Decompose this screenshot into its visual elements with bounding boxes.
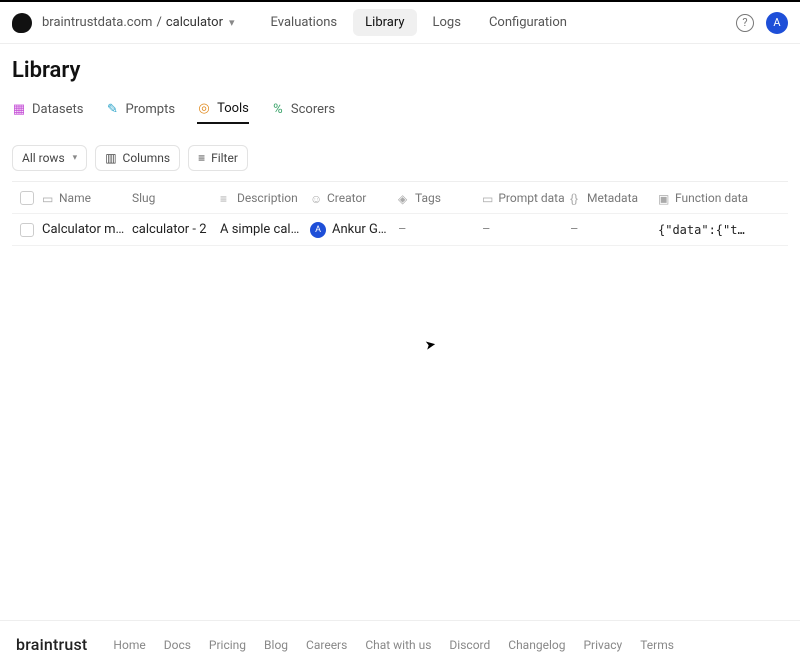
breadcrumb[interactable]: braintrustdata.com / calculator ▾ (42, 15, 235, 30)
cell-tags: – (398, 222, 482, 237)
col-tags[interactable]: ◈Tags (398, 191, 482, 205)
col-prompt-data[interactable]: ▭Prompt data (482, 191, 570, 205)
select-all-checkbox[interactable] (20, 191, 34, 205)
columns-button[interactable]: ▥ Columns (95, 145, 180, 171)
footer-link-privacy[interactable]: Privacy (583, 638, 622, 652)
scorers-icon: % (271, 103, 285, 117)
nav-evaluations[interactable]: Evaluations (259, 9, 350, 36)
footer: braintrust Home Docs Pricing Blog Career… (0, 620, 800, 668)
table-row[interactable]: Calculator m… calculator - 2 A simple ca… (12, 214, 788, 246)
nav-logs[interactable]: Logs (421, 9, 473, 36)
breadcrumb-org: braintrustdata.com (42, 15, 152, 30)
topbar-right: ? A (736, 12, 788, 34)
allrows-label: All rows (22, 151, 65, 165)
footer-link-pricing[interactable]: Pricing (209, 638, 246, 652)
row-checkbox[interactable] (20, 223, 34, 237)
tab-prompts-label: Prompts (126, 102, 176, 117)
cell-prompt-data: – (482, 222, 570, 237)
mouse-cursor-icon: ➤ (424, 337, 437, 354)
allrows-button[interactable]: All rows ▾ (12, 145, 87, 171)
table-toolbar: All rows ▾ ▥ Columns ≡ Filter (12, 145, 788, 171)
tab-scorers[interactable]: % Scorers (271, 101, 335, 124)
creator-name: Ankur G… (332, 222, 387, 237)
tag-icon: ◈ (398, 192, 410, 204)
help-icon[interactable]: ? (736, 14, 754, 32)
top-nav: Evaluations Library Logs Configuration (259, 9, 579, 36)
footer-link-changelog[interactable]: Changelog (508, 638, 565, 652)
col-description[interactable]: ≡Description (220, 191, 310, 205)
user-avatar[interactable]: A (766, 12, 788, 34)
table-header: ▭Name Slug ≡Description ☺Creator ◈Tags ▭… (12, 182, 788, 214)
creator-avatar: A (310, 222, 326, 238)
user-icon: ☺ (310, 192, 322, 204)
page-body: Library ▦ Datasets ✎ Prompts ◎ Tools % S… (0, 44, 800, 246)
datasets-icon: ▦ (12, 103, 26, 117)
prompts-icon: ✎ (106, 103, 120, 117)
filter-icon: ≡ (198, 151, 205, 165)
breadcrumb-project: calculator (166, 15, 223, 30)
cell-description: A simple cal… (220, 222, 310, 237)
cell-creator: A Ankur G… (310, 222, 398, 238)
footer-link-chat[interactable]: Chat with us (365, 638, 431, 652)
columns-icon: ▥ (105, 151, 116, 165)
chevron-down-icon[interactable]: ▾ (229, 16, 235, 29)
code-icon: ▣ (658, 192, 670, 204)
braces-icon: {} (570, 192, 582, 204)
nav-configuration[interactable]: Configuration (477, 9, 579, 36)
tab-prompts[interactable]: ✎ Prompts (106, 101, 176, 124)
filter-button[interactable]: ≡ Filter (188, 145, 248, 171)
cell-metadata: – (570, 222, 658, 237)
col-name[interactable]: ▭Name (42, 191, 132, 205)
chat-icon: ▭ (482, 192, 493, 204)
footer-link-home[interactable]: Home (113, 638, 145, 652)
footer-link-careers[interactable]: Careers (306, 638, 347, 652)
library-subtabs: ▦ Datasets ✎ Prompts ◎ Tools % Scorers (12, 101, 788, 131)
tools-icon: ◎ (197, 102, 211, 116)
col-metadata[interactable]: {}Metadata (570, 191, 658, 205)
chevron-down-icon: ▾ (73, 153, 78, 163)
tab-datasets[interactable]: ▦ Datasets (12, 101, 84, 124)
topbar: braintrustdata.com / calculator ▾ Evalua… (0, 0, 800, 44)
col-creator[interactable]: ☺Creator (310, 191, 398, 205)
filter-label: Filter (211, 151, 238, 165)
text-icon: ▭ (42, 192, 54, 204)
tab-scorers-label: Scorers (291, 102, 335, 117)
tab-tools-label: Tools (217, 101, 249, 116)
columns-label: Columns (123, 151, 171, 165)
footer-link-blog[interactable]: Blog (264, 638, 288, 652)
footer-brand: braintrust (16, 635, 87, 654)
footer-link-docs[interactable]: Docs (164, 638, 191, 652)
tab-tools[interactable]: ◎ Tools (197, 101, 249, 124)
cell-function-data: {"data":{"t… (658, 223, 768, 237)
logo-icon (12, 13, 32, 33)
tools-table: ▭Name Slug ≡Description ☺Creator ◈Tags ▭… (12, 181, 788, 246)
cell-name: Calculator m… (42, 222, 132, 237)
breadcrumb-sep: / (156, 15, 161, 30)
footer-link-terms[interactable]: Terms (640, 638, 674, 652)
footer-link-discord[interactable]: Discord (449, 638, 490, 652)
col-function-data[interactable]: ▣Function data (658, 191, 768, 205)
text-icon: ≡ (220, 192, 232, 204)
page-title: Library (12, 58, 788, 83)
tab-datasets-label: Datasets (32, 102, 84, 117)
nav-library[interactable]: Library (353, 9, 416, 36)
cell-slug: calculator - 2 (132, 222, 220, 237)
col-slug[interactable]: Slug (132, 191, 220, 205)
